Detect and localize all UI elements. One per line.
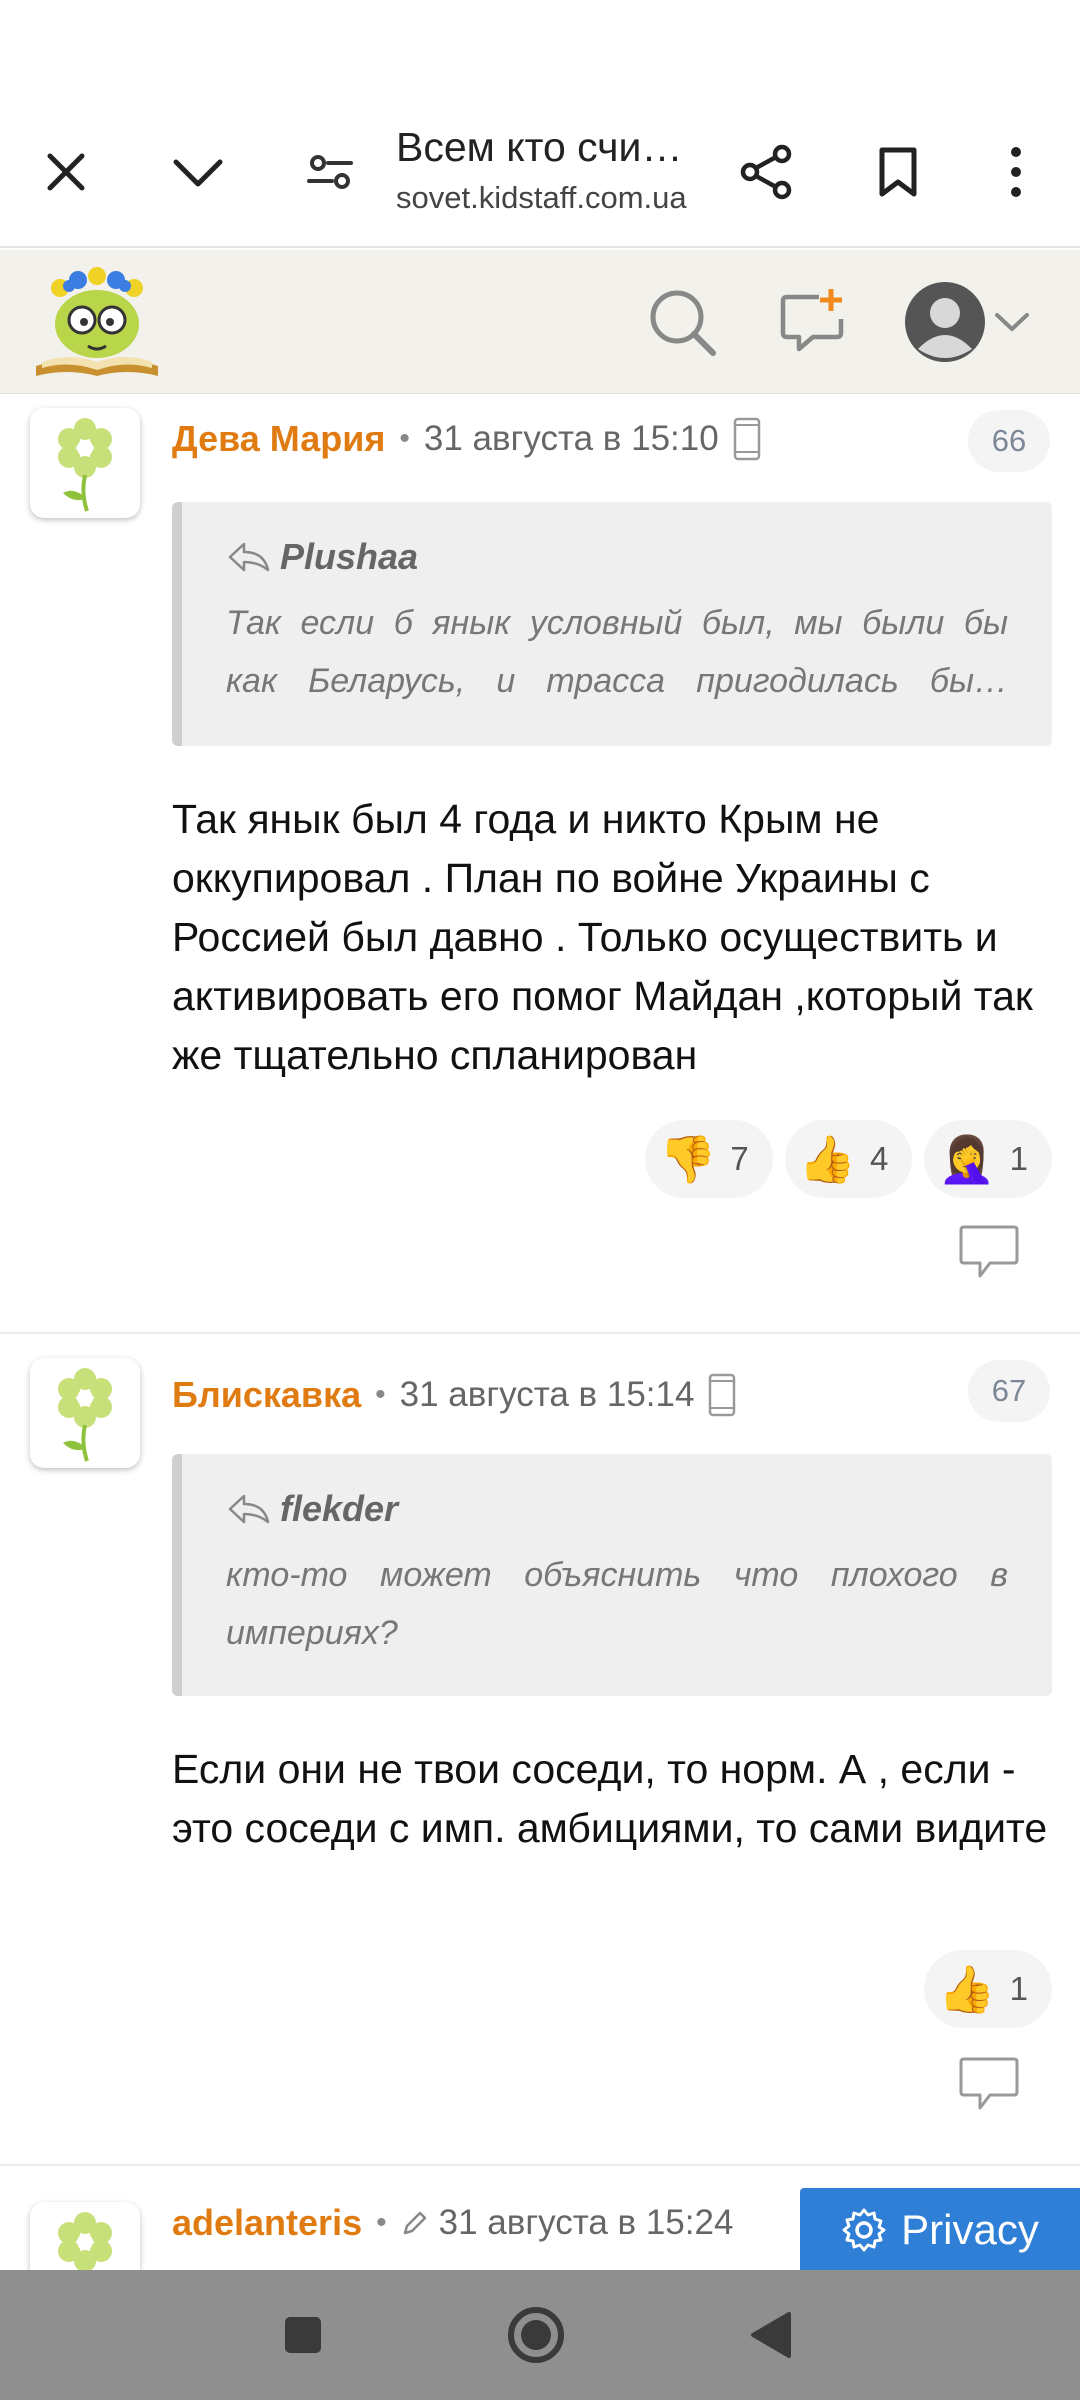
- back-button[interactable]: [736, 2300, 806, 2370]
- privacy-label: Privacy: [901, 2206, 1039, 2253]
- browser-toolbar: Всем кто счи… sovet.kidstaff.com.ua: [0, 96, 1080, 248]
- avatar[interactable]: [30, 1358, 140, 1468]
- divider: [0, 2164, 1080, 2166]
- thumbs-up-icon: 👍: [938, 1963, 996, 2015]
- facepalm-icon: 🤦‍♀️: [938, 1133, 996, 1185]
- search-icon[interactable]: [640, 280, 724, 364]
- status-bar: [0, 0, 1080, 96]
- avatar[interactable]: [30, 2202, 140, 2270]
- separator-dot: •: [399, 422, 410, 455]
- avatar[interactable]: [30, 408, 140, 518]
- quote-block: flekder кто-то может объяснить что плохо…: [172, 1454, 1052, 1696]
- page-title: Всем кто счи…: [396, 124, 683, 170]
- home-button[interactable]: [500, 2300, 572, 2370]
- quote-author-name: flekder: [280, 1488, 399, 1529]
- mobile-device-icon: [708, 1373, 736, 1417]
- comment-text: Если они не твои соседи, то норм. А , ес…: [172, 1746, 1048, 1851]
- author-name[interactable]: adelanteris: [172, 2202, 362, 2244]
- quote-text: кто-то может объяснить что плохого в имп…: [226, 1546, 1008, 1662]
- page-url: sovet.kidstaff.com.ua: [396, 180, 687, 215]
- mobile-device-icon: [733, 417, 761, 461]
- comment-meta: adelanteris • 31 августа в 15:24: [172, 2198, 733, 2248]
- reaction-facepalm[interactable]: 🤦‍♀️ 1: [924, 1120, 1052, 1198]
- reactions: 👎 7 👍 4 🤦‍♀️ 1: [645, 1120, 1052, 1198]
- share-icon[interactable]: [726, 132, 806, 212]
- more-vert-icon[interactable]: [976, 132, 1056, 212]
- quote-line: империях?: [226, 1614, 398, 1652]
- comment-text: Так янык был 4 года и никто Крым не окку…: [172, 796, 1033, 1078]
- thumbs-down-icon: 👎: [659, 1133, 717, 1185]
- comment-number[interactable]: 67: [968, 1360, 1050, 1422]
- comment-date[interactable]: 31 августа в 15:10: [424, 419, 719, 459]
- quote-author[interactable]: flekder: [226, 1486, 1008, 1532]
- page-settings-icon[interactable]: [290, 132, 370, 212]
- chevron-down-icon[interactable]: [982, 280, 1042, 364]
- thumbs-up-icon: 👍: [798, 1133, 856, 1185]
- separator-dot: •: [376, 2206, 387, 2239]
- new-message-icon[interactable]: [772, 280, 856, 364]
- quote-author[interactable]: Plushaa: [226, 534, 1008, 580]
- page-title-block[interactable]: Всем кто счи… sovet.kidstaff.com.ua: [396, 122, 716, 218]
- gear-icon: [841, 2207, 887, 2253]
- comment-date[interactable]: 31 августа в 15:14: [400, 1375, 695, 1415]
- reaction-thumbs-up[interactable]: 👍 1: [924, 1950, 1052, 2028]
- chevron-down-icon[interactable]: [158, 132, 238, 212]
- comment-meta: Блискавка • 31 августа в 15:14: [172, 1370, 736, 1420]
- reaction-thumbs-up[interactable]: 👍 4: [784, 1120, 913, 1198]
- reply-icon: [226, 1492, 272, 1526]
- quote-text: Так если б янык условный был, мы были бы…: [226, 594, 1008, 710]
- comment-date[interactable]: 31 августа в 15:24: [439, 2203, 734, 2243]
- quote-block: Plushaa Так если б янык условный был, мы…: [172, 502, 1052, 746]
- reply-comment-icon[interactable]: [958, 2056, 1020, 2112]
- system-navigation-bar: [0, 2270, 1080, 2400]
- reactions: 👍 1: [924, 1950, 1052, 2028]
- reaction-count: 7: [730, 1140, 749, 1177]
- quote-author-name: Plushaa: [280, 536, 419, 577]
- divider: [0, 1332, 1080, 1334]
- reply-icon: [226, 540, 272, 574]
- reaction-count: 1: [1009, 1970, 1028, 2007]
- quote-line: как Беларусь, и трасса пригодилась бы…: [226, 662, 1008, 700]
- quote-line: Так если б янык условный был, мы были бы: [226, 604, 1008, 642]
- comment-meta: Дева Мария • 31 августа в 15:10: [172, 414, 761, 464]
- author-name[interactable]: Дева Мария: [172, 418, 385, 460]
- close-icon[interactable]: [26, 132, 106, 212]
- recents-button[interactable]: [268, 2300, 338, 2370]
- edited-pencil-icon: [401, 2209, 429, 2237]
- author-name[interactable]: Блискавка: [172, 1374, 361, 1416]
- bookmark-icon[interactable]: [858, 132, 938, 212]
- reply-comment-icon[interactable]: [958, 1224, 1020, 1280]
- privacy-button[interactable]: Privacy: [800, 2188, 1080, 2272]
- comment-number[interactable]: 66: [968, 410, 1050, 472]
- site-header: [0, 250, 1080, 394]
- reaction-thumbs-down[interactable]: 👎 7: [645, 1120, 773, 1198]
- user-avatar-icon[interactable]: [900, 280, 990, 364]
- reaction-count: 4: [870, 1140, 889, 1177]
- reaction-count: 1: [1009, 1140, 1028, 1177]
- site-logo[interactable]: [32, 262, 162, 382]
- quote-line: кто-то может объяснить что плохого в: [226, 1556, 1008, 1594]
- separator-dot: •: [375, 1378, 386, 1411]
